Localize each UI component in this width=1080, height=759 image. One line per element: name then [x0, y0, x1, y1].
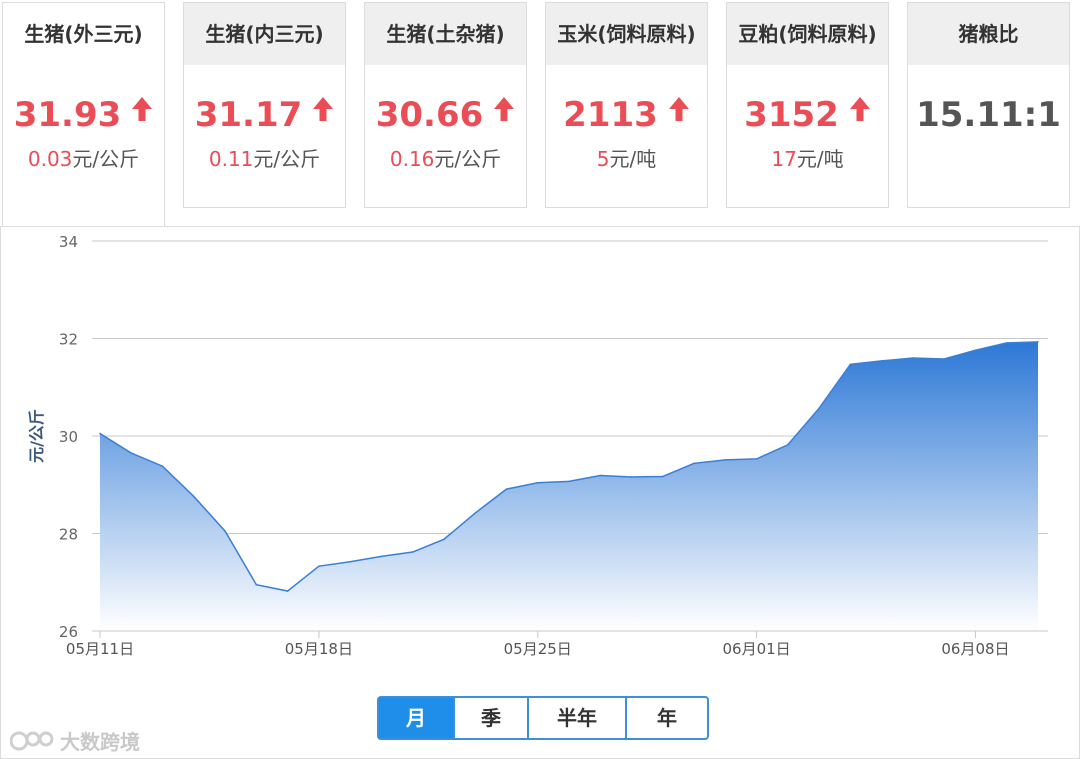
data-point	[505, 488, 508, 490]
price-chart: 26 28 30 32 34 元/公斤 05月11日 05月18日 05月25日 06月01日 06…	[27, 233, 1048, 658]
card-price: 31.17	[194, 95, 303, 135]
card-change-unit: 元/公斤	[253, 147, 321, 171]
data-point	[1005, 342, 1008, 344]
x-tick-label: 05月11日	[66, 640, 134, 658]
card-change: 0.16元/公斤	[365, 143, 526, 172]
data-point	[849, 363, 852, 366]
data-point	[630, 476, 633, 478]
card-title: 生猪(内三元)	[184, 3, 345, 65]
y-tick-label: 30	[59, 428, 78, 446]
data-point	[193, 495, 195, 498]
data-point	[818, 407, 820, 410]
card-price-row: 2113	[546, 95, 707, 135]
data-point	[662, 475, 664, 478]
x-tick-label: 06月01日	[723, 640, 791, 658]
price-card[interactable]: 生猪(内三元) 31.17 0.11元/公斤	[183, 2, 346, 208]
up-arrow-icon	[132, 97, 153, 121]
x-tick-label: 06月08日	[941, 640, 1009, 658]
price-card[interactable]: 豆粕(饲料原料) 3152 17元/吨	[726, 2, 889, 208]
card-price-row: 30.66	[365, 95, 526, 135]
range-tab[interactable]: 半年	[529, 698, 627, 738]
price-card[interactable]: 生猪(外三元) 31.93 0.03元/公斤	[2, 2, 165, 226]
up-arrow-icon	[494, 97, 515, 121]
card-change-unit: 元/吨	[609, 147, 657, 171]
data-point	[349, 560, 351, 563]
brand-logo-icon	[10, 731, 54, 750]
card-change-value: 0.11	[208, 147, 254, 171]
card-change-value: 17	[771, 147, 797, 171]
up-arrow-icon	[668, 97, 689, 121]
data-point	[787, 443, 789, 446]
y-tick-label: 32	[59, 331, 78, 349]
data-point	[943, 358, 945, 360]
x-tick-label: 05月18日	[285, 640, 353, 658]
data-point	[161, 465, 164, 468]
card-title: 生猪(外三元)	[3, 3, 164, 65]
card-change-value: 5	[596, 147, 610, 171]
card-change-unit: 元/公斤	[72, 147, 140, 171]
data-point	[599, 474, 602, 477]
card-change-value: 0.16	[389, 147, 435, 171]
data-point	[568, 480, 570, 483]
card-price: 15.11:1	[916, 95, 1061, 135]
data-point	[224, 530, 226, 532]
card-price: 31.93	[13, 95, 122, 135]
card-change: 0.03元/公斤	[3, 143, 164, 172]
data-point	[318, 565, 320, 567]
card-price-row: 31.17	[184, 95, 345, 135]
card-change: 5元/吨	[546, 143, 707, 172]
up-arrow-icon	[849, 97, 870, 121]
data-point	[974, 349, 977, 351]
x-tick-label: 05月25日	[504, 640, 572, 658]
range-tab[interactable]: 季	[455, 698, 529, 738]
card-title: 玉米(饲料原料)	[546, 3, 707, 65]
data-point	[880, 360, 883, 362]
card-change: 17元/吨	[727, 143, 888, 172]
data-point	[755, 458, 758, 460]
data-point	[130, 452, 133, 454]
card-price: 3152	[744, 95, 839, 135]
data-point	[693, 462, 695, 465]
y-axis-label: 元/公斤	[27, 409, 46, 463]
up-arrow-icon	[313, 97, 334, 121]
y-tick-label: 34	[59, 233, 78, 251]
data-point	[1037, 341, 1039, 343]
data-point	[724, 459, 727, 461]
card-change-unit: 元/公斤	[434, 147, 502, 171]
data-point	[912, 357, 914, 359]
card-change-value: 0.03	[27, 147, 73, 171]
data-point	[443, 538, 445, 541]
watermark: 大数跨境	[10, 726, 140, 755]
price-card[interactable]: 猪粮比 15.11:1	[907, 2, 1070, 208]
card-title: 豆粕(饲料原料)	[727, 3, 888, 65]
data-point	[286, 590, 289, 592]
price-card[interactable]: 玉米(饲料原料) 2113 5元/吨	[545, 2, 708, 208]
card-price: 30.66	[375, 95, 484, 135]
card-change-unit: 元/吨	[796, 147, 844, 171]
data-point	[255, 583, 258, 586]
range-selector: 月季半年年	[377, 696, 709, 740]
card-price-row: 31.93	[3, 95, 164, 135]
data-point	[536, 482, 539, 484]
data-point	[474, 512, 477, 514]
data-point	[99, 432, 101, 435]
price-card[interactable]: 生猪(土杂猪) 30.66 0.16元/公斤	[364, 2, 527, 208]
range-tab[interactable]: 月	[379, 698, 455, 738]
card-price: 2113	[563, 95, 658, 135]
series-area	[100, 341, 1038, 631]
watermark-text: 大数跨境	[60, 730, 140, 754]
card-title: 生猪(土杂猪)	[365, 3, 526, 65]
y-tick-label: 28	[59, 526, 78, 544]
card-price-row: 15.11:1	[908, 95, 1069, 135]
data-point	[380, 555, 383, 558]
card-title: 猪粮比	[908, 3, 1069, 65]
y-tick-label: 26	[59, 623, 78, 641]
data-point	[411, 551, 414, 553]
range-tab[interactable]: 年	[627, 698, 707, 738]
card-change: 0.11元/公斤	[184, 143, 345, 172]
card-price-row: 3152	[727, 95, 888, 135]
